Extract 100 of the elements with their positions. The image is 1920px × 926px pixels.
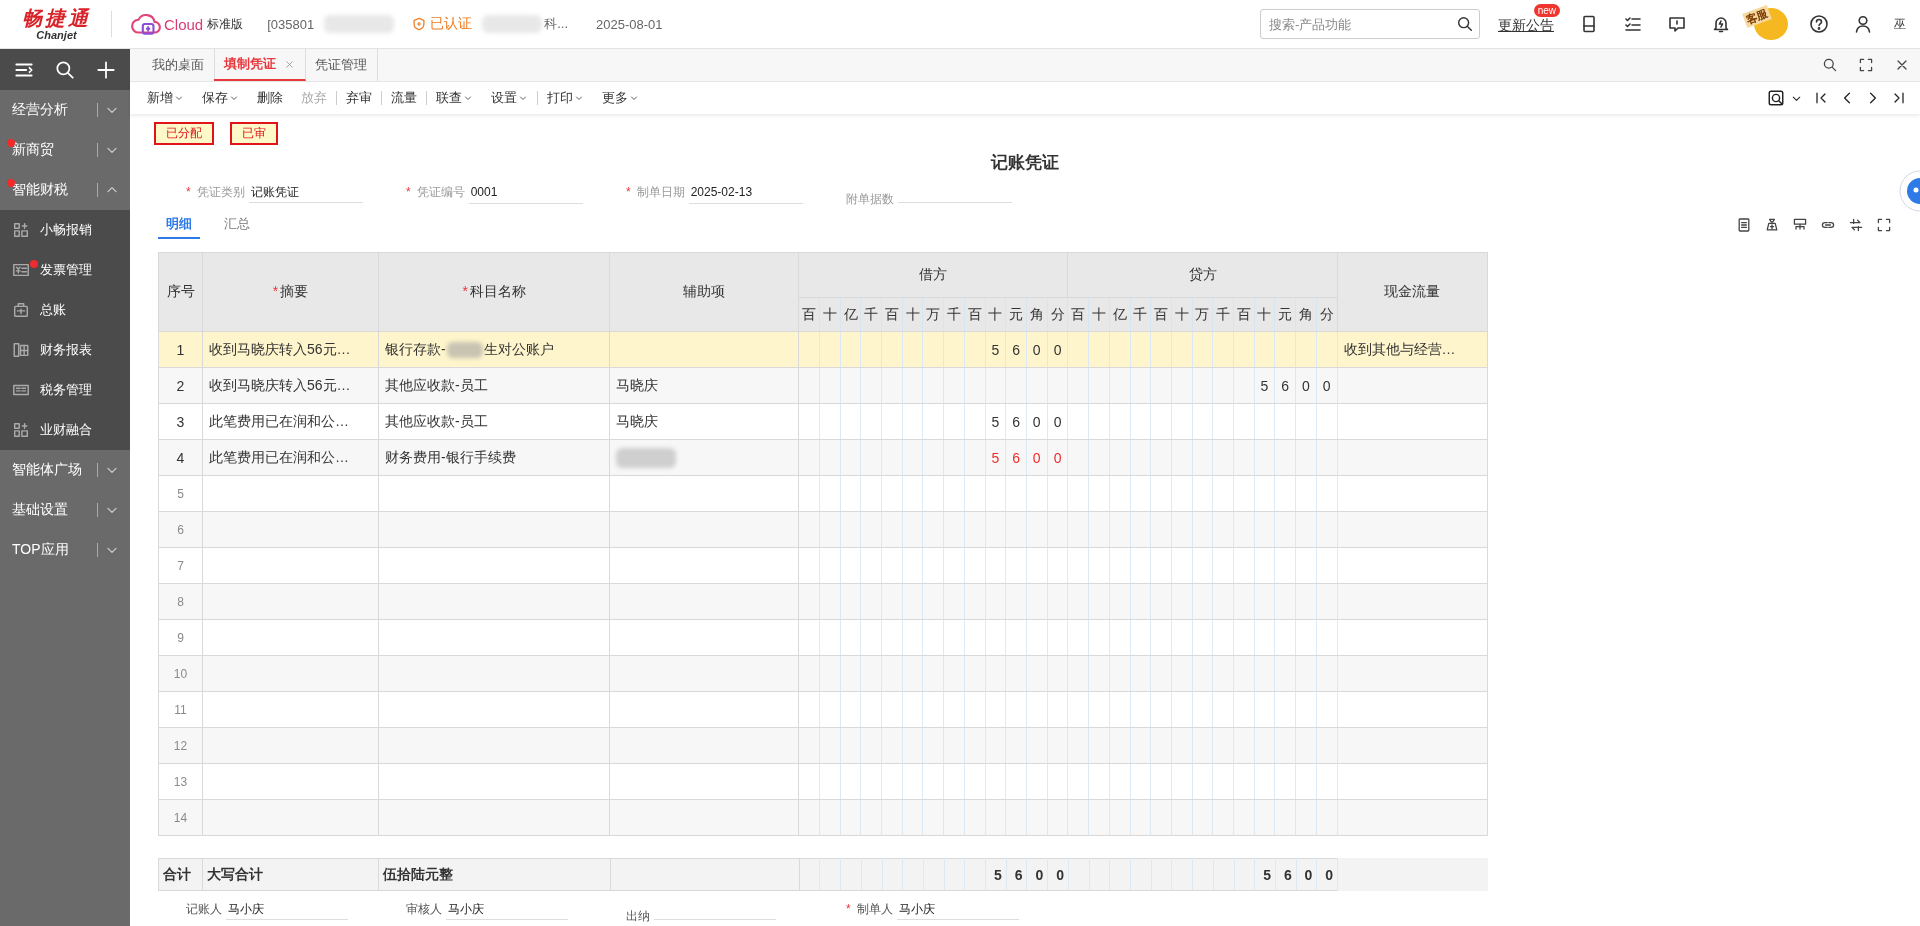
required-mark: * <box>462 283 468 299</box>
amount-digit: 0 <box>1047 403 1068 440</box>
field-label: 制单人 <box>856 901 893 918</box>
notification-dot <box>7 179 15 187</box>
sidebar-item[interactable]: 发票管理 <box>0 250 130 290</box>
voucher-title: 记账凭证 <box>989 152 1060 174</box>
row-number: 7 <box>158 547 203 584</box>
column-header: 序号 <box>158 252 203 332</box>
user-icon[interactable] <box>1853 14 1873 34</box>
table-row[interactable]: 2 收到马晓庆转入56元… 其他应收款-员工 马晓庆 5 6 0 0 <box>158 367 1488 404</box>
expand-icon[interactable] <box>1876 217 1892 233</box>
toolbar-button[interactable]: 联查 <box>427 85 482 111</box>
amount-digit: 5 <box>985 331 1006 368</box>
table-row[interactable]: 5 <box>158 475 1488 512</box>
sidebar-group[interactable]: TOP应用 <box>0 530 130 570</box>
sidebar-item[interactable]: 小畅报销 <box>0 210 130 250</box>
amount-digit: 6 <box>1005 403 1027 440</box>
table-cell: 收到其他与经营… <box>1337 331 1488 368</box>
sidebar-group[interactable]: 新商贸 <box>0 130 130 170</box>
search-icon[interactable] <box>54 58 76 81</box>
field-label: 凭证类别 <box>196 184 245 201</box>
search-icon[interactable] <box>1456 15 1474 33</box>
toolbar-button[interactable]: 更多 <box>593 85 648 111</box>
help-icon[interactable] <box>1809 14 1829 34</box>
table-row[interactable]: 13 <box>158 763 1488 800</box>
input-field[interactable]: 马小庆 <box>446 901 568 920</box>
amount-digit: 0 <box>1296 858 1317 891</box>
row-number: 14 <box>158 799 203 836</box>
table-cell: 其他应收款-员工 <box>378 403 610 440</box>
document-icon[interactable] <box>1736 217 1752 233</box>
sidebar-group[interactable]: 智能财税 <box>0 170 130 210</box>
tab[interactable]: 凭证管理 <box>305 49 378 81</box>
table-row[interactable]: 1 收到马晓庆转入56元… 银行存款- 生对公账户 5 6 0 0 收到其他与经营… <box>158 331 1488 368</box>
search-icon[interactable] <box>1822 57 1838 73</box>
product-name: Cloud <box>164 15 204 33</box>
total-label: 合计 <box>158 858 203 891</box>
amount-digit: 0 <box>1047 439 1068 476</box>
table-cell: 马晓庆 <box>609 403 799 440</box>
table-row[interactable]: 3 此笔费用已在润和公… 其他应收款-员工 马晓庆 5 6 0 0 <box>158 403 1488 440</box>
input-field[interactable]: 记账凭证 <box>248 184 363 203</box>
toolbar-button[interactable]: 设置 <box>482 91 538 105</box>
table-cell: 此笔费用已在润和公… <box>202 439 379 476</box>
money-bag-icon[interactable] <box>1764 217 1780 233</box>
sidebar-group[interactable]: 基础设置 <box>0 490 130 530</box>
sidebar-group[interactable]: 经营分析 <box>0 90 130 130</box>
input-field[interactable]: 马小庆 <box>896 901 1019 920</box>
tab[interactable]: 我的桌面 <box>142 49 215 81</box>
certification-status: 已认证 <box>430 15 473 33</box>
amount-digit: 0 <box>1026 439 1048 476</box>
sidebar-group[interactable]: 智能体广场 <box>0 450 130 490</box>
search-field[interactable]: 搜索-产品功能 <box>1260 9 1480 39</box>
toolbar-button[interactable]: 打印 <box>538 85 593 111</box>
input-field[interactable]: 马小庆 <box>226 901 348 920</box>
tab[interactable]: 明细 <box>158 211 200 239</box>
sidebar-item[interactable]: 税务管理 <box>0 370 130 410</box>
fullscreen-icon[interactable] <box>1858 57 1874 73</box>
message-icon[interactable] <box>1667 14 1687 34</box>
amount-digit: 0 <box>1026 331 1048 368</box>
amount-digit: 0 <box>1295 367 1317 404</box>
caret-icon <box>229 93 239 103</box>
table-row[interactable]: 9 <box>158 619 1488 656</box>
table-cell-text: 生对公账户 <box>483 340 554 357</box>
sidebar-item[interactable]: 财务报表 <box>0 330 130 370</box>
toolbar-button[interactable]: 新增 <box>138 85 193 111</box>
column-header: 辅助项 <box>609 252 799 332</box>
row-number: 8 <box>158 583 203 620</box>
total-label: 大写合计 <box>202 858 379 891</box>
user-name[interactable]: 巫 <box>1894 15 1906 33</box>
sidebar-item[interactable]: 业财融合 <box>0 410 130 450</box>
toolbar-button[interactable]: 流量 <box>382 91 427 105</box>
announcement-link[interactable]: 更新公告 <box>1498 17 1554 33</box>
table-row[interactable]: 4 此笔费用已在润和公… 财务费用-银行手续费 5 6 0 0 <box>158 439 1488 476</box>
toolbar-button[interactable]: 弃审 <box>337 91 382 105</box>
grid-icon <box>12 221 30 239</box>
sidebar-item[interactable]: 总账 <box>0 290 130 330</box>
preview-icon[interactable] <box>1767 89 1785 107</box>
amount-digit: 0 <box>1026 403 1048 440</box>
row-number: 9 <box>158 619 203 656</box>
row-number: 10 <box>158 655 203 692</box>
toolbar-button[interactable]: 删除 <box>248 85 292 111</box>
table-cell: 收到马晓庆转入56元… <box>202 331 379 368</box>
amount-digit: 0 <box>1316 858 1338 891</box>
table-cell: 收到马晓庆转入56元… <box>202 367 379 404</box>
row-number: 6 <box>158 511 203 548</box>
amount-digit: 5 <box>985 439 1006 476</box>
input-field[interactable]: 0001 <box>468 185 583 204</box>
caret-icon <box>463 93 473 103</box>
toolbar-button[interactable]: 保存 <box>193 85 248 111</box>
column-header: *科目名称 <box>378 252 610 332</box>
table-cell-text: 银行存款- <box>385 340 446 357</box>
table-cell: 此笔费用已在润和公… <box>202 403 379 440</box>
input-field[interactable]: 2025-02-13 <box>688 185 803 204</box>
edition-label: 标准版 <box>207 15 244 33</box>
tab[interactable]: 汇总 <box>216 211 258 239</box>
checklist-icon[interactable] <box>1623 14 1643 34</box>
bell-icon[interactable] <box>1711 14 1731 34</box>
transfer-icon[interactable] <box>1848 217 1864 233</box>
amount-digit: 6 <box>1275 858 1297 891</box>
required-mark: * <box>846 902 851 916</box>
tab[interactable]: 填制凭证 <box>214 49 306 81</box>
